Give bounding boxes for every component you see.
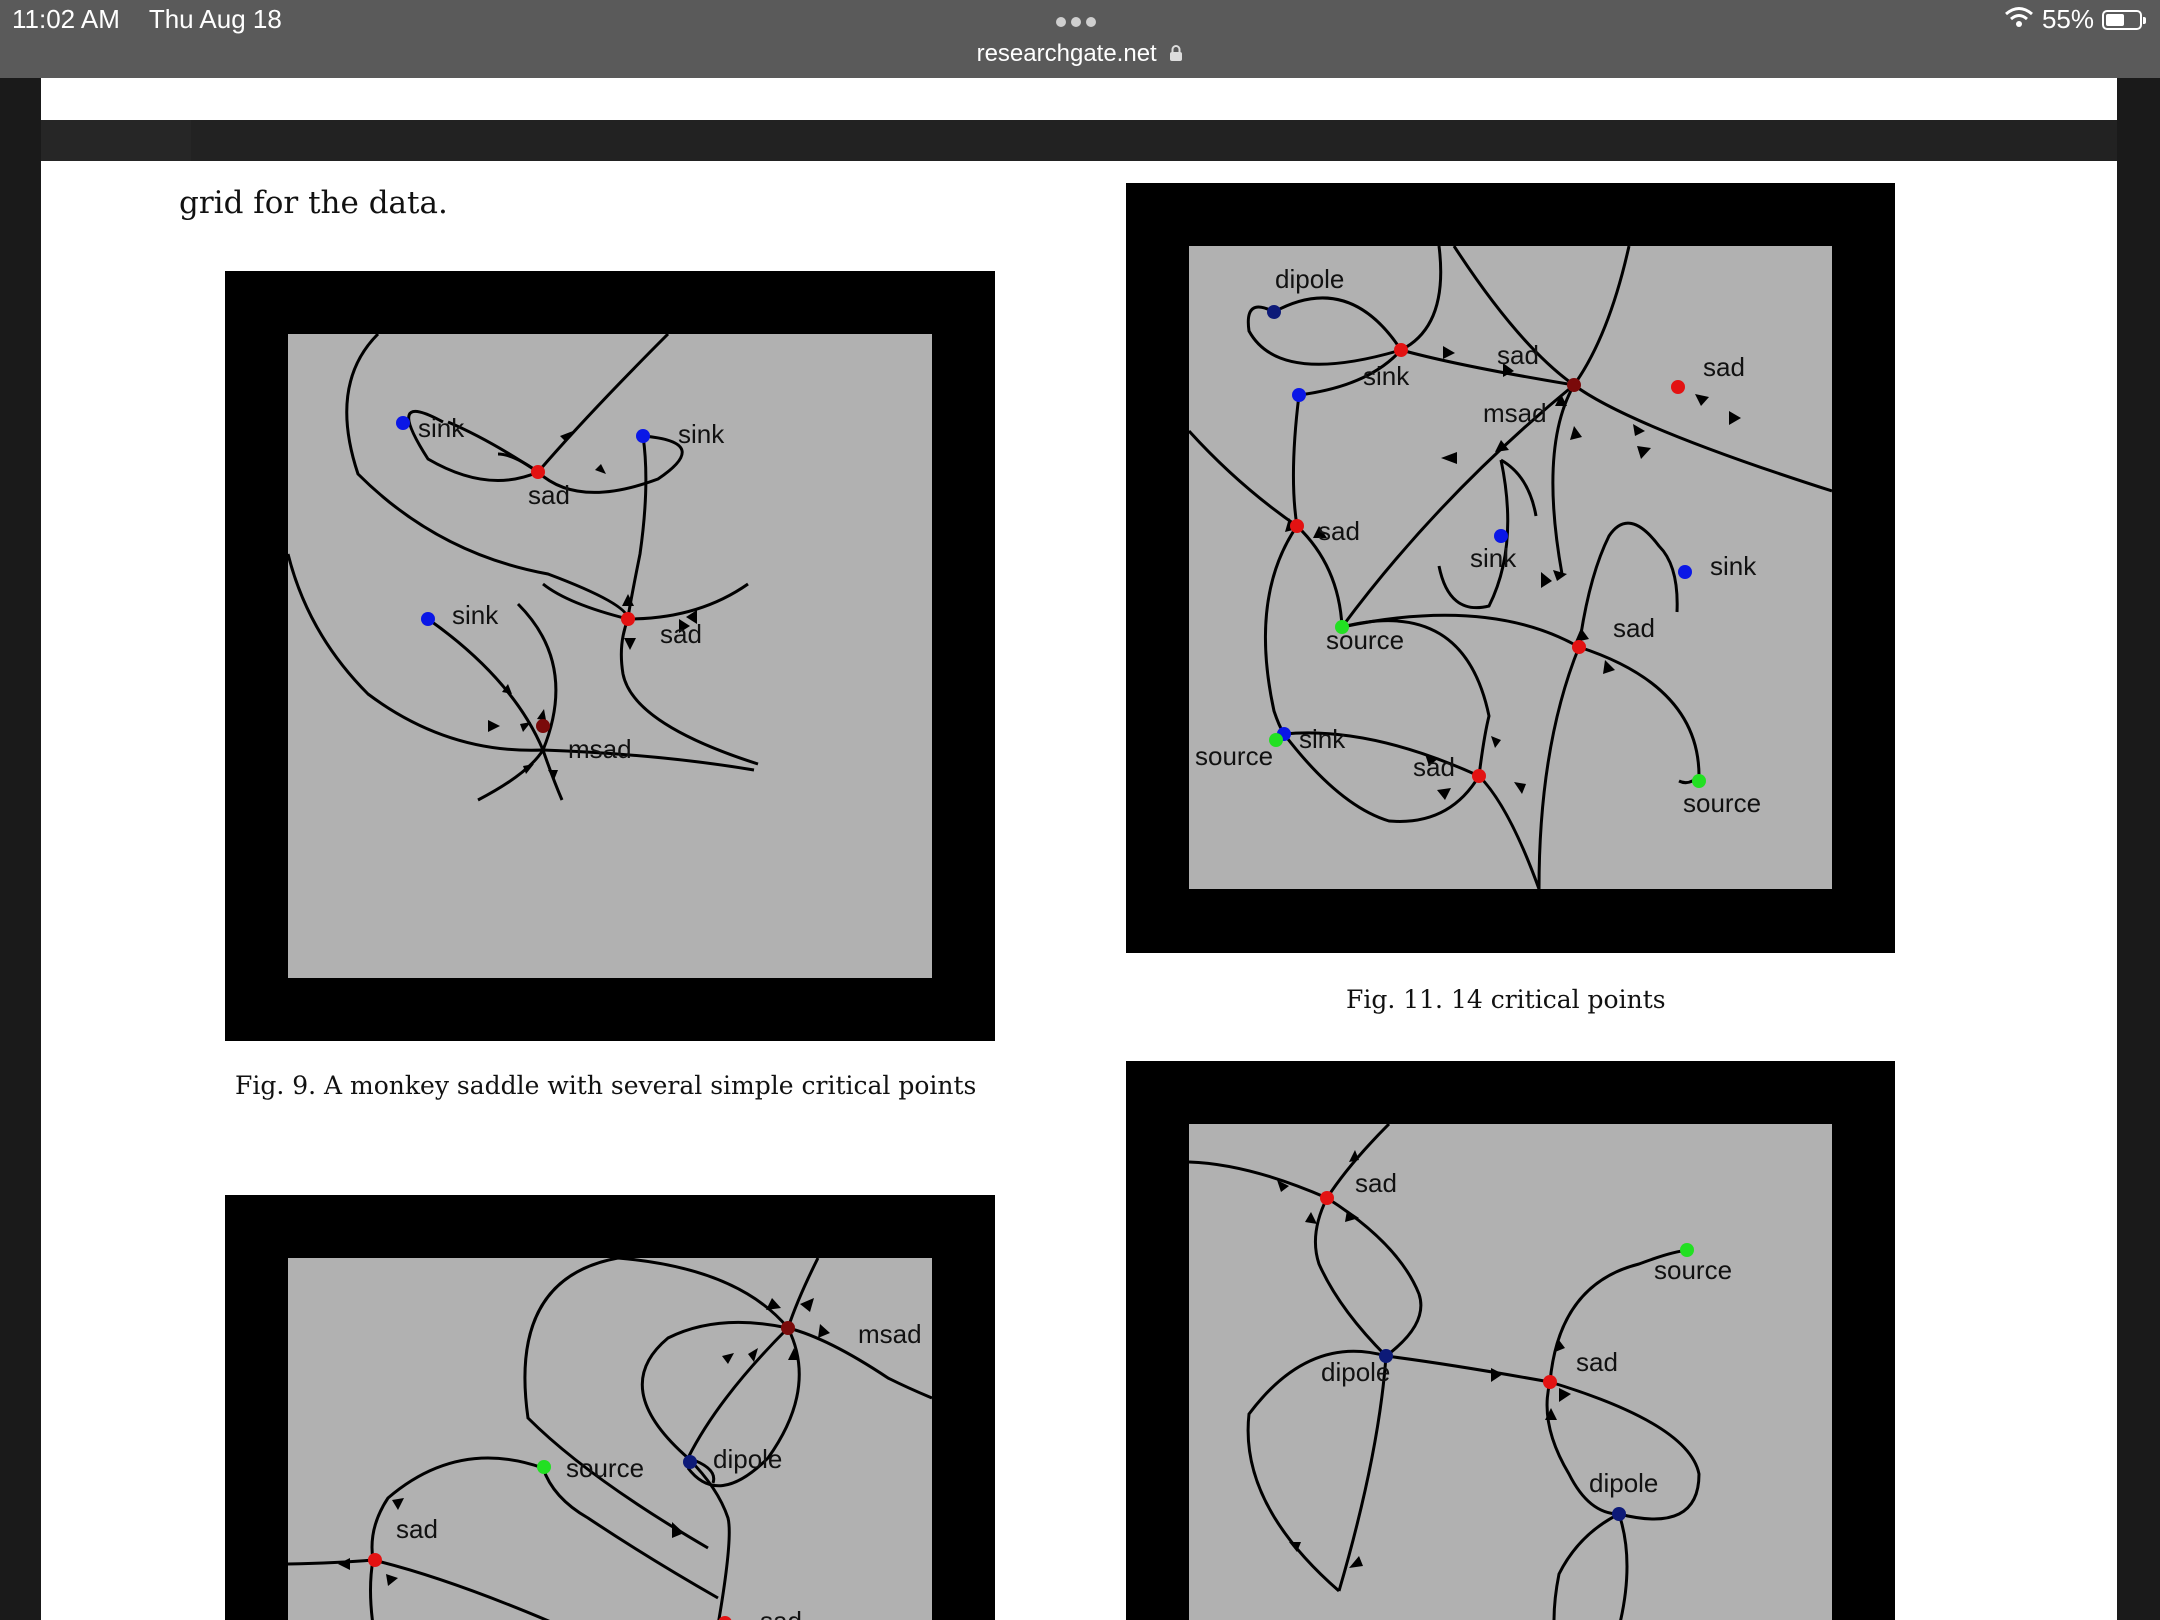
figure-9-field: sink sink sad sink sad msad bbox=[288, 334, 932, 978]
fig9-sink1-point bbox=[396, 416, 410, 430]
figbl-label-msad: msad bbox=[858, 1319, 922, 1349]
figbl-sad-point bbox=[368, 1553, 382, 1567]
fig11-label-source3: source bbox=[1683, 788, 1761, 818]
wifi-icon bbox=[2004, 4, 2034, 35]
fig11-sad4-point bbox=[1572, 640, 1586, 654]
figbr-sad1-point bbox=[1320, 1191, 1334, 1205]
figbr-label-dipole2: dipole bbox=[1589, 1468, 1658, 1498]
fig11-label-sad4: sad bbox=[1613, 613, 1655, 643]
fig11-dipole-point bbox=[1267, 305, 1281, 319]
fig11-label-source2: source bbox=[1195, 741, 1273, 771]
status-time: 11:02 AM bbox=[12, 4, 120, 34]
figbl-msad-point bbox=[781, 1321, 795, 1335]
page-separator bbox=[41, 120, 2117, 184]
figure-11-caption: Fig. 11. 14 critical points bbox=[1346, 985, 1666, 1014]
figbr-label-sad1: sad bbox=[1355, 1168, 1397, 1198]
fig11-label-msad: msad bbox=[1483, 398, 1547, 428]
fig11-sad3-point bbox=[1290, 519, 1304, 533]
fig9-label-sink1: sink bbox=[418, 413, 465, 443]
fig9-sink2-point bbox=[636, 429, 650, 443]
status-time-date: 11:02 AM Thu Aug 18 bbox=[12, 4, 282, 35]
fig9-label-sink3: sink bbox=[452, 600, 499, 630]
figure-bottom-right-field: sad source dipole sad dipole sad bbox=[1189, 1124, 1832, 1620]
fig11-source3-point bbox=[1692, 774, 1706, 788]
figure-bottom-left: msad source dipole sad sad bbox=[225, 1195, 995, 1620]
figbl-label-sad: sad bbox=[396, 1514, 438, 1544]
figure-9-caption: Fig. 9. A monkey saddle with several sim… bbox=[235, 1071, 977, 1100]
figbr-dipole2-point bbox=[1612, 1507, 1626, 1521]
figbl-label-source: source bbox=[566, 1453, 644, 1483]
fig11-sad1-point bbox=[1394, 343, 1408, 357]
fig9-sink3-point bbox=[421, 612, 435, 626]
fig9-sad2-point bbox=[621, 612, 635, 626]
fig9-label-sink2: sink bbox=[678, 419, 725, 449]
figbr-label-source: source bbox=[1654, 1255, 1732, 1285]
more-dots-icon[interactable] bbox=[1056, 14, 1104, 27]
fig11-label-sad3: sad bbox=[1318, 516, 1360, 546]
fig11-sink3-point bbox=[1678, 565, 1692, 579]
battery-level bbox=[2106, 13, 2124, 26]
fig9-label-sad1: sad bbox=[528, 480, 570, 510]
figure-9: sink sink sad sink sad msad bbox=[225, 271, 995, 1041]
figure-bottom-right: sad source dipole sad dipole sad bbox=[1126, 1061, 1895, 1620]
body-text: grid for the data. bbox=[179, 185, 448, 221]
fig11-msad-point bbox=[1567, 378, 1581, 392]
fig11-label-sink1: sink bbox=[1363, 361, 1410, 391]
figbr-label-sad2: sad bbox=[1576, 1347, 1618, 1377]
fig11-sad2-point bbox=[1671, 380, 1685, 394]
figbl-source-point bbox=[537, 1460, 551, 1474]
figure-11-field: dipole sad sink sad msad sad sink sink s… bbox=[1189, 246, 1832, 889]
status-right: 55% bbox=[2004, 4, 2146, 35]
battery-percent: 55% bbox=[2041, 4, 2094, 34]
status-date: Thu Aug 18 bbox=[148, 4, 282, 34]
fig11-label-sad1: sad bbox=[1497, 340, 1539, 370]
fig11-label-sink4: sink bbox=[1299, 724, 1346, 754]
figure-11: dipole sad sink sad msad sad sink sink s… bbox=[1126, 183, 1895, 953]
status-bar: 11:02 AM Thu Aug 18 researchgate.net 55% bbox=[0, 0, 2160, 78]
fig11-sad5-point bbox=[1472, 769, 1486, 783]
previous-page-bottom bbox=[41, 78, 2117, 120]
figbr-label-dipole1: dipole bbox=[1321, 1357, 1390, 1387]
fig9-label-msad: msad bbox=[568, 734, 632, 764]
fig9-sad1-point bbox=[531, 465, 545, 479]
figure-bottom-left-field: msad source dipole sad sad bbox=[288, 1258, 932, 1620]
fig11-label-sad2: sad bbox=[1703, 352, 1745, 382]
fig9-msad-point bbox=[536, 719, 550, 733]
figbl-label-sad-cut: sad bbox=[760, 1606, 802, 1620]
fig11-label-dipole: dipole bbox=[1275, 264, 1344, 294]
url-text: researchgate.net bbox=[976, 40, 1157, 67]
battery-icon bbox=[2102, 9, 2146, 30]
fig11-sink2-point bbox=[1494, 529, 1508, 543]
fig11-label-sink3: sink bbox=[1710, 551, 1757, 581]
lock-icon bbox=[1169, 41, 1183, 69]
address-bar[interactable]: researchgate.net bbox=[0, 40, 2160, 69]
fig11-label-sink2: sink bbox=[1470, 543, 1517, 573]
fig9-label-sad2: sad bbox=[660, 619, 702, 649]
figbl-label-dipole: dipole bbox=[713, 1444, 782, 1474]
figbr-sad2-point bbox=[1543, 1375, 1557, 1389]
fig11-label-source1: source bbox=[1326, 625, 1404, 655]
document-page[interactable]: grid for the data. sink sink sad sink sa… bbox=[41, 161, 2117, 1620]
fig11-sink1-point bbox=[1292, 388, 1306, 402]
fig11-label-sad5: sad bbox=[1413, 752, 1455, 782]
figbl-dipole-point bbox=[683, 1455, 697, 1469]
